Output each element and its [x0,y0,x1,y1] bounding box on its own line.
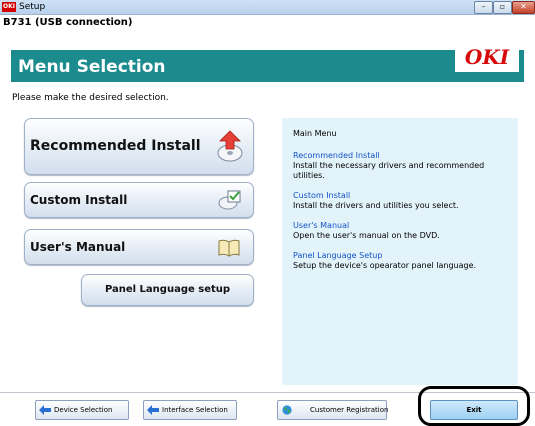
info-panel: Main Menu Recommended Install Install th… [282,118,518,385]
panel-language-setup-button[interactable]: Panel Language setup [81,274,254,306]
info-desc-manual: Open the user's manual on the DVD. [293,231,440,240]
device-selection-button[interactable]: Device Selection [35,400,129,420]
window-title: Setup [19,2,46,12]
custom-install-label: Custom Install [30,193,128,207]
device-connection-label: B731 (USB connection) [3,17,133,28]
maximize-button[interactable]: ▫ [493,1,512,14]
info-link-custom[interactable]: Custom Install [293,191,509,201]
info-desc-panel-language: Setup the device's opearator panel langu… [293,261,477,270]
custom-install-button[interactable]: Custom Install [24,182,254,218]
globe-icon [282,405,292,415]
info-desc-custom: Install the drivers and utilities you se… [293,201,459,210]
checklist-icon [218,190,241,210]
info-item-recommended: Recommended Install Install the necessar… [293,151,509,181]
app-logo-icon: OKI [2,2,16,12]
header-banner: Menu Selection [11,50,524,82]
panel-language-setup-label: Panel Language setup [104,284,231,295]
disc-install-icon [217,130,243,162]
info-desc-recommended: Install the necessary drivers and recomm… [293,161,485,180]
recommended-install-label: Recommended Install [30,138,201,154]
instruction-text: Please make the desired selection. [12,93,169,103]
close-button[interactable]: ✕ [512,1,535,14]
customer-registration-label: Customer Registration [310,406,389,414]
minimize-button[interactable]: – [474,1,493,14]
back-arrow-icon [147,405,159,415]
customer-registration-button[interactable]: Customer Registration [277,400,389,420]
info-item-custom: Custom Install Install the drivers and u… [293,191,509,211]
info-item-panel-language: Panel Language Setup Setup the device's … [293,251,509,271]
oki-logo: OKI [455,42,519,72]
info-link-manual[interactable]: User's Manual [293,221,509,231]
info-link-recommended[interactable]: Recommended Install [293,151,509,161]
page-title: Menu Selection [18,57,166,77]
info-panel-heading: Main Menu [293,129,337,138]
users-manual-label: User's Manual [30,240,126,254]
info-item-manual: User's Manual Open the user's manual on … [293,221,509,241]
exit-highlight-ring [418,386,530,426]
users-manual-button[interactable]: User's Manual [24,229,254,265]
recommended-install-button[interactable]: Recommended Install [24,118,254,175]
info-link-panel-language[interactable]: Panel Language Setup [293,251,509,261]
interface-selection-label: Interface Selection [162,406,228,414]
device-selection-label: Device Selection [54,406,113,414]
window-titlebar: OKI Setup – ▫ ✕ [0,0,535,15]
back-arrow-icon [39,405,51,415]
interface-selection-button[interactable]: Interface Selection [143,400,237,420]
open-book-icon [218,239,240,257]
